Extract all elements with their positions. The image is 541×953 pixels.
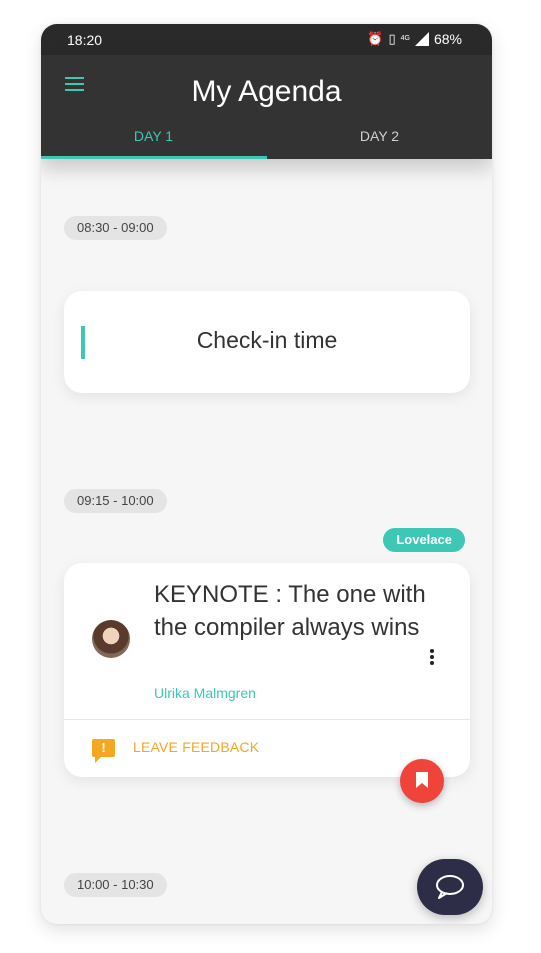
vibrate-icon: ▯ [388,31,396,46]
status-icons: ⏰ ▯ 4G 68% [367,31,462,47]
status-time: 18:20 [67,32,103,48]
status-bar: 18:20 ⏰ ▯ 4G 68% [41,24,492,55]
tab-day-2[interactable]: DAY 2 [267,127,492,159]
tab-label: DAY 2 [359,128,400,144]
page-title: My Agenda [191,75,342,108]
tab-indicator [41,156,267,159]
session-card-checkin[interactable]: Check-in time [64,291,470,393]
more-options-icon[interactable] [430,649,434,665]
chat-button[interactable] [417,859,483,915]
tab-label: DAY 1 [133,128,174,144]
time-slot-chip: 10:00 - 10:30 [64,873,167,897]
feedback-icon[interactable]: ! [92,739,115,763]
bookmark-button[interactable] [400,759,444,803]
session-title: KEYNOTE : The one with the compiler alwa… [154,581,426,641]
alarm-icon: ⏰ [367,31,384,46]
leave-feedback-button[interactable]: LEAVE FEEDBACK [133,739,259,755]
battery-level: 68% [433,31,462,47]
room-badge: Lovelace [383,528,465,552]
divider [64,719,470,720]
app-bar: My Agenda DAY 1 DAY 2 [41,55,492,159]
signal-icon [414,32,429,46]
agenda-list[interactable]: 08:30 - 09:00 Check-in time 09:15 - 10:0… [41,159,492,924]
session-card-keynote[interactable]: KEYNOTE : The one with the compiler alwa… [64,563,470,777]
avatar [92,620,130,658]
time-slot-chip: 08:30 - 09:00 [64,216,167,240]
time-slot-chip: 09:15 - 10:00 [64,489,167,513]
session-title: Check-in time [196,327,338,353]
bookmark-icon [416,772,428,788]
phone-screen: 18:20 ⏰ ▯ 4G 68% My Agenda DAY 1 DAY 2 0… [41,24,492,924]
tab-day-1[interactable]: DAY 1 [41,127,267,159]
network-label: 4G [400,35,410,42]
speaker-name[interactable]: Ulrika Malmgren [154,685,256,701]
chat-bubble-icon [436,875,464,899]
